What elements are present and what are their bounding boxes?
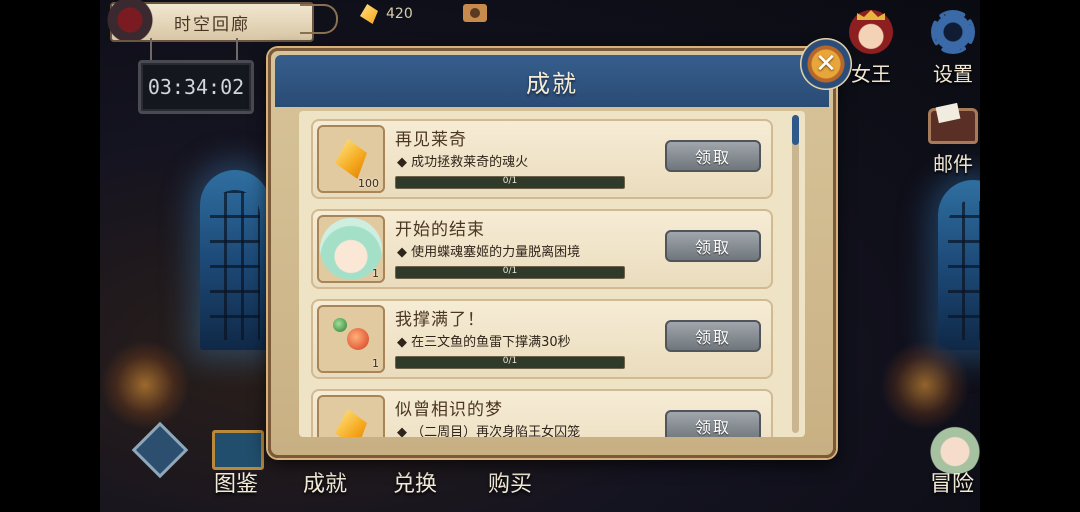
close-icon: ✕ — [815, 49, 837, 79]
progress-bar: 0/1 — [395, 176, 625, 189]
achievement-title: 再见莱奇 — [395, 130, 467, 150]
left-letterbox — [0, 0, 100, 512]
reward-slot: 100 — [317, 125, 385, 193]
dialog-header: 成就 — [275, 55, 829, 107]
achievements-dialog: 成就 100 再见莱奇 ◆ 成功拯救莱奇的魂火 0/1 领取 1 开始的结束 ◆… — [268, 48, 836, 458]
queen-icon — [849, 10, 893, 54]
reward-quantity: 1 — [372, 357, 379, 370]
achievement-row: 100 再见莱奇 ◆ 成功拯救莱奇的魂火 0/1 领取 — [311, 119, 773, 199]
crystal-icon — [335, 409, 367, 437]
scroll-ornament-icon — [300, 4, 338, 34]
achievement-description: ◆ 在三文鱼的鱼雷下撑满30秒 — [397, 335, 571, 350]
achievement-row: 1 我撑满了！ ◆ 在三文鱼的鱼雷下撑满30秒 0/1 领取 — [311, 299, 773, 379]
close-button[interactable]: ✕ — [800, 38, 852, 90]
achievement-description: ◆ 使用蝶魂塞姬的力量脱离困境 — [397, 245, 581, 260]
codex-label: 图鉴 — [214, 472, 259, 497]
progress-text: 0/1 — [502, 266, 518, 276]
settings-label: 设置 — [933, 62, 973, 86]
bottom-tab-shop[interactable]: 购买 — [488, 466, 532, 498]
bottom-tab-achievements[interactable]: 成就 — [303, 466, 347, 498]
gear-icon — [931, 10, 975, 54]
adventure-label: 冒险 — [930, 472, 975, 497]
progress-text: 0/1 — [502, 176, 518, 186]
candle-glow-left — [100, 340, 190, 430]
bottom-tab-adventure[interactable]: 冒险 — [930, 466, 974, 498]
camera-icon[interactable] — [463, 4, 487, 22]
reward-quantity: 100 — [358, 177, 379, 190]
mail-label: 邮件 — [933, 152, 973, 176]
claim-button[interactable]: 领取 — [665, 230, 761, 262]
reward-slot — [317, 395, 385, 437]
bottom-tab-exchange[interactable]: 兑换 — [393, 466, 437, 498]
achievement-list[interactable]: 100 再见莱奇 ◆ 成功拯救莱奇的魂火 0/1 领取 1 开始的结束 ◆ 使用… — [299, 111, 805, 437]
reward-quantity: 1 — [372, 267, 379, 280]
right-letterbox — [980, 0, 1080, 512]
crystal-count: 420 — [386, 6, 413, 22]
achievement-row: 1 开始的结束 ◆ 使用蝶魂塞姬的力量脱离困境 0/1 领取 — [311, 209, 773, 289]
candle-glow-right — [880, 340, 970, 430]
mail-button[interactable]: 邮件 — [918, 108, 988, 177]
reward-slot: 1 — [317, 305, 385, 373]
crystal-icon — [335, 139, 367, 179]
chain-right — [236, 38, 238, 60]
achievement-description: ◆ （二周目）再次身陷王女囚笼 — [397, 425, 581, 437]
location-name: 时空回廊 — [174, 14, 250, 35]
claim-button[interactable]: 领取 — [665, 320, 761, 352]
progress-text: 0/1 — [502, 356, 518, 366]
shop-label: 购买 — [488, 472, 533, 497]
achievement-description: ◆ 成功拯救莱奇的魂火 — [397, 155, 529, 170]
left-window — [200, 170, 270, 350]
scrollbar[interactable] — [792, 115, 799, 433]
dialog-title: 成就 — [526, 69, 578, 98]
reward-slot: 1 — [317, 215, 385, 283]
exchange-label: 兑换 — [393, 472, 438, 497]
potion-icon — [331, 316, 371, 362]
bottom-tab-codex[interactable]: 图鉴 — [214, 466, 258, 498]
chain-left — [150, 38, 152, 60]
countdown-timer: 03:34:02 — [138, 60, 254, 114]
right-window — [938, 180, 980, 350]
progress-bar: 0/1 — [395, 356, 625, 369]
book-icon — [212, 430, 264, 470]
claim-button[interactable]: 领取 — [665, 140, 761, 172]
mail-icon — [928, 108, 978, 144]
location-emblem-icon — [104, 0, 156, 40]
achievement-title: 似曾相识的梦 — [395, 400, 503, 420]
progress-bar: 0/1 — [395, 266, 625, 279]
claim-button[interactable]: 领取 — [665, 410, 761, 437]
achievement-row: 似曾相识的梦 ◆ （二周目）再次身陷王女囚笼 领取 — [311, 389, 773, 437]
achievement-title: 我撑满了！ — [395, 310, 485, 330]
achievement-title: 开始的结束 — [395, 220, 485, 240]
achievements-label: 成就 — [303, 472, 348, 497]
scrollbar-thumb[interactable] — [792, 115, 799, 145]
settings-button[interactable]: 设置 — [918, 10, 988, 87]
